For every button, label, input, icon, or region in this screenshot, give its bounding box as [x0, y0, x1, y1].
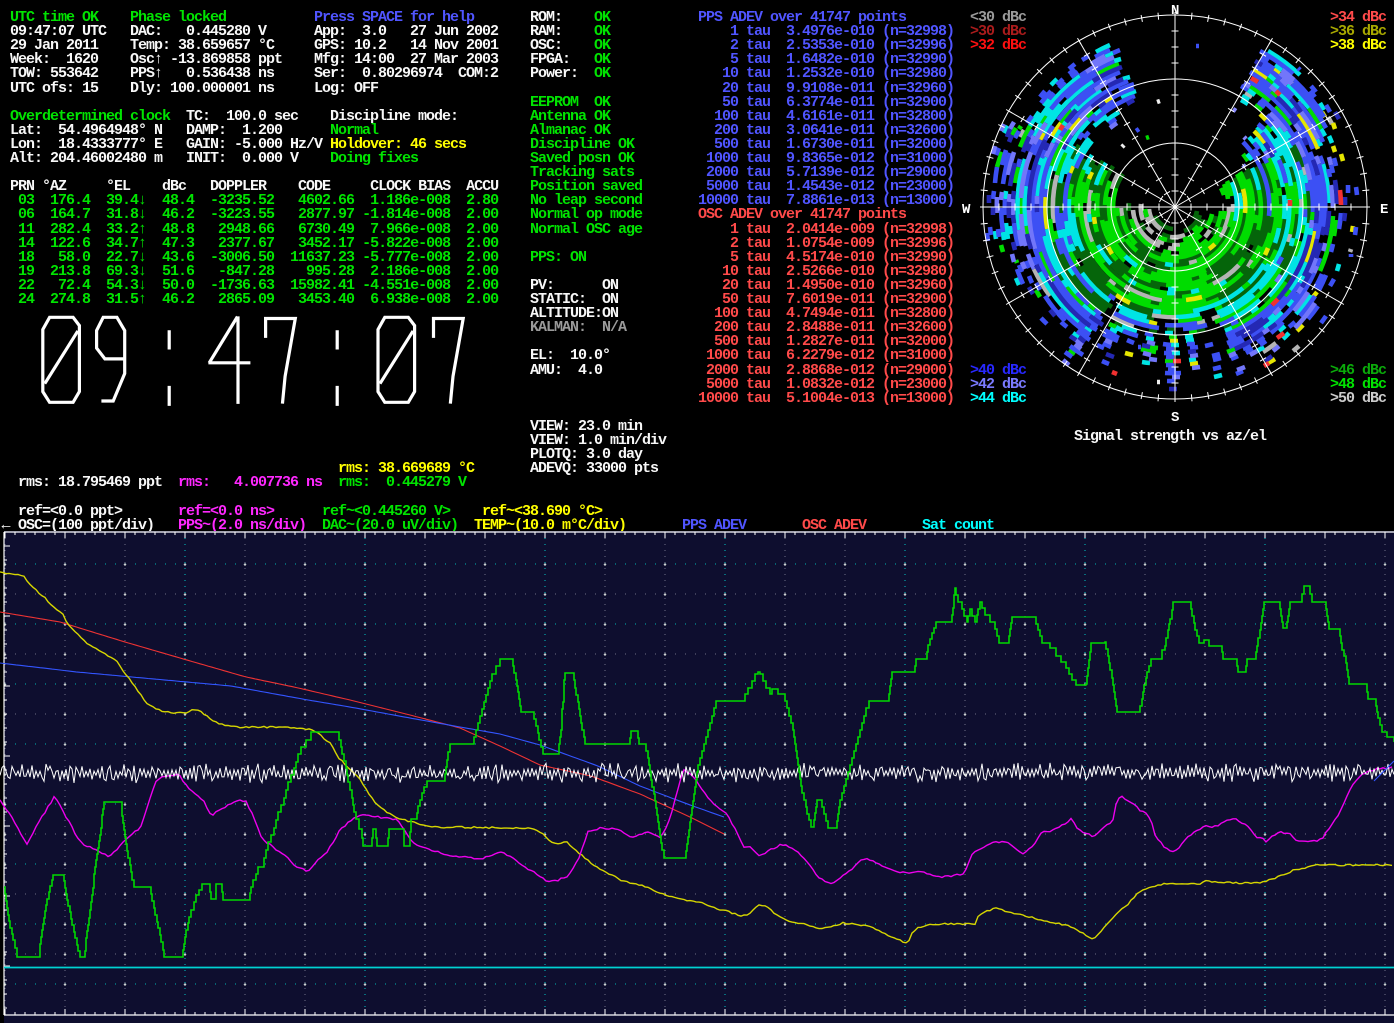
svg-text:S: S: [1171, 410, 1179, 426]
svg-text:E: E: [1380, 202, 1388, 218]
svg-text:N: N: [1171, 3, 1179, 19]
svg-text:W: W: [962, 202, 971, 218]
